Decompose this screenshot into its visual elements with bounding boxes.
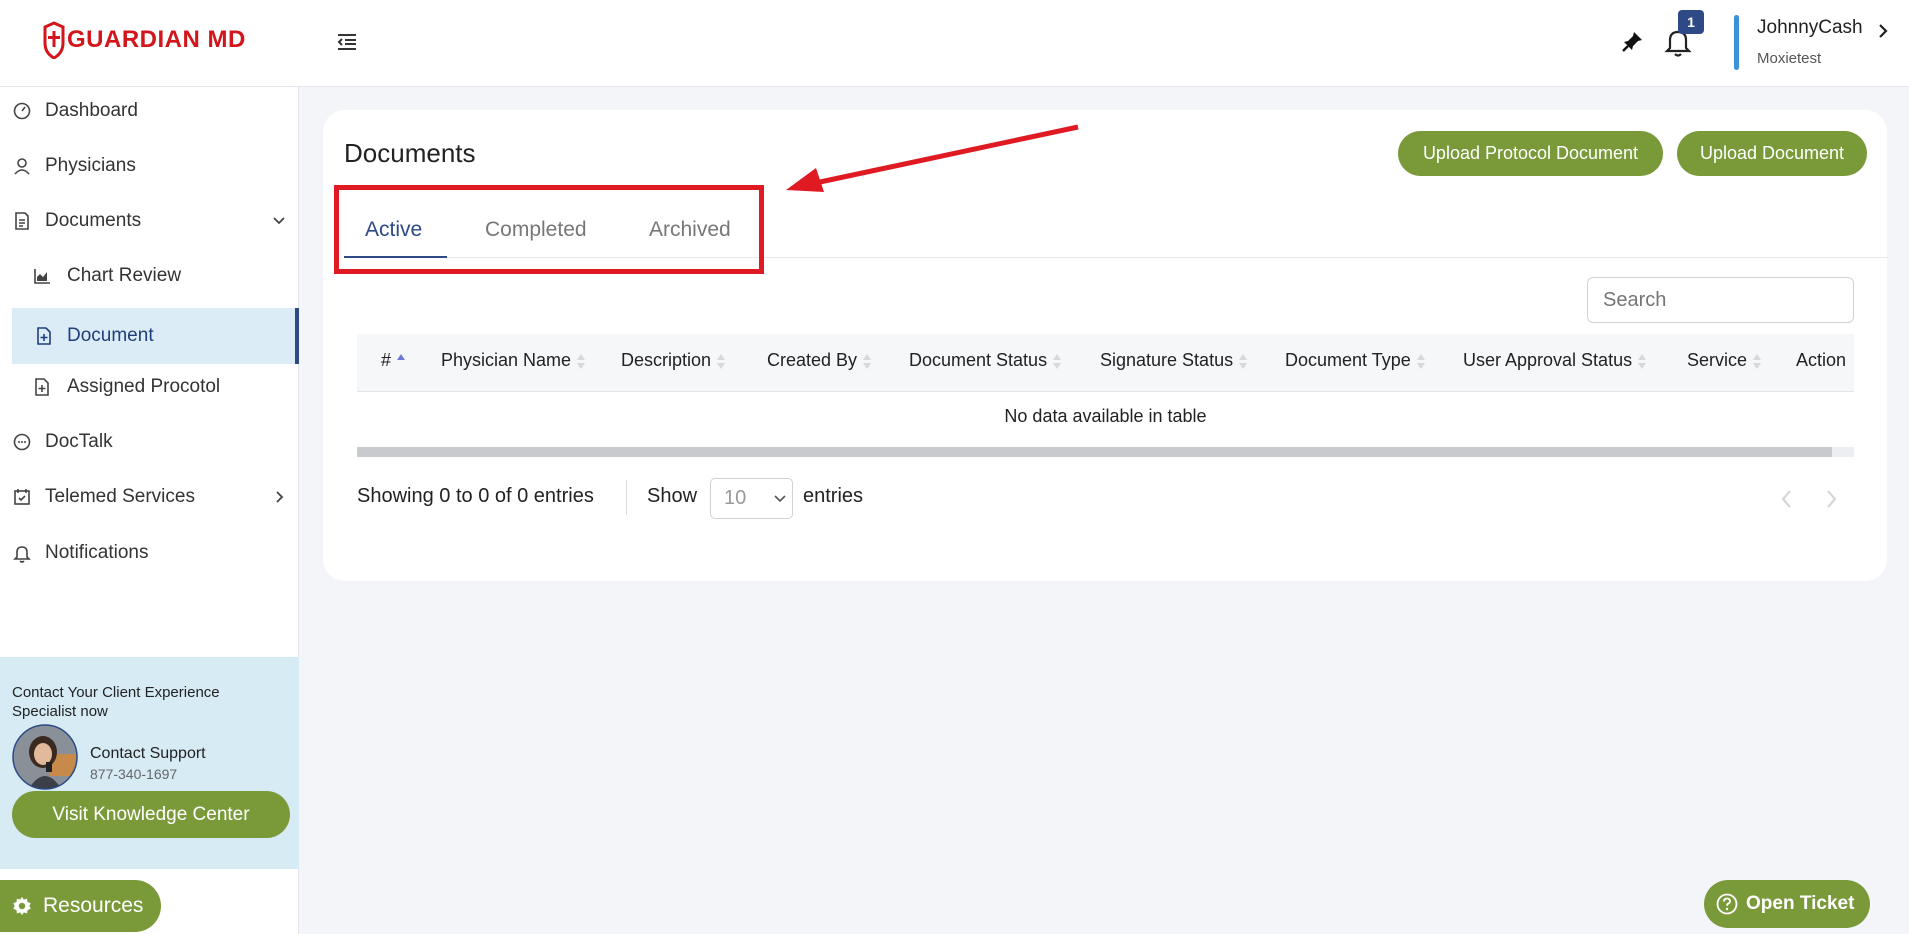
upload-protocol-document-button[interactable]: Upload Protocol Document <box>1398 131 1663 176</box>
user-divider <box>1734 15 1739 70</box>
entries-info: Showing 0 to 0 of 0 entries <box>357 485 594 507</box>
horizontal-scrollbar[interactable] <box>357 447 1854 457</box>
sort-icon <box>1053 352 1062 370</box>
page-size-select[interactable]: 10 <box>710 478 793 519</box>
sort-icon <box>1753 352 1762 370</box>
annotation-highlight-box <box>334 185 764 274</box>
column-header-signature-status[interactable]: Signature Status <box>1100 350 1248 371</box>
column-header-document-type[interactable]: Document Type <box>1285 350 1426 371</box>
user-name[interactable]: JohnnyCash <box>1757 17 1863 39</box>
support-phone[interactable]: 877-340-1697 <box>90 766 177 782</box>
annotation-arrow <box>786 124 1079 192</box>
sidebar-item-telemed-services[interactable]: Telemed Services <box>0 474 299 520</box>
collapse-menu-icon[interactable] <box>335 30 359 54</box>
column-header-action: Action <box>1796 350 1847 370</box>
sort-ascending-icon <box>397 352 406 370</box>
gear-icon <box>13 896 31 916</box>
chevron-down-icon <box>273 217 285 225</box>
sidebar-item-notifications[interactable]: Notifications <box>0 530 299 576</box>
resources-label: Resources <box>43 894 144 917</box>
scrollbar-thumb[interactable] <box>357 447 1832 457</box>
sidebar-item-label: Assigned Procotol <box>67 376 221 397</box>
sidebar-item-label: Documents <box>45 210 142 231</box>
column-header-number[interactable]: # <box>381 350 406 371</box>
chevron-down-icon <box>774 495 786 503</box>
footer-divider <box>626 480 627 515</box>
notification-badge: 1 <box>1678 10 1704 34</box>
sidebar-item-label: DocTalk <box>45 431 113 452</box>
chat-icon <box>13 433 31 451</box>
file-plus-icon <box>35 378 49 396</box>
next-page-icon[interactable] <box>1824 488 1838 510</box>
sort-icon <box>577 352 586 370</box>
support-panel: Contact Your Client Experience Specialis… <box>0 657 299 869</box>
search-input[interactable] <box>1587 277 1854 323</box>
sort-icon <box>1239 352 1248 370</box>
sort-icon <box>1416 352 1426 370</box>
sidebar-item-doctalk[interactable]: DocTalk <box>0 419 299 465</box>
pin-icon[interactable] <box>1620 28 1646 54</box>
page-size-value: 10 <box>724 487 747 509</box>
user-organization: Moxietest <box>1757 50 1822 67</box>
open-ticket-label: Open Ticket <box>1746 893 1855 914</box>
support-contact-name: Contact Support <box>90 745 206 762</box>
show-label: Show <box>647 485 698 507</box>
sidebar-item-physicians[interactable]: Physicians <box>0 143 299 189</box>
bell-icon <box>13 546 31 563</box>
document-icon <box>15 212 29 230</box>
sidebar-item-documents[interactable]: Documents <box>0 198 299 244</box>
sidebar-item-label: Chart Review <box>67 265 182 286</box>
logo-text: GUARDIAN MD <box>67 26 246 53</box>
empty-table-message: No data available in table <box>1004 406 1207 426</box>
open-ticket-button[interactable]: Open Ticket <box>1704 880 1870 928</box>
chevron-right-icon <box>276 491 284 503</box>
help-icon <box>1716 893 1738 915</box>
column-header-created-by[interactable]: Created By <box>767 350 872 371</box>
column-header-physician-name[interactable]: Physician Name <box>441 350 586 371</box>
resources-button[interactable]: Resources <box>0 880 161 932</box>
sidebar: Dashboard Physicians Documents Chart Rev… <box>0 87 299 934</box>
sort-icon <box>717 352 726 370</box>
sidebar-item-label: Notifications <box>45 542 149 563</box>
calendar-check-icon <box>14 489 30 505</box>
logo[interactable]: GUARDIAN MD <box>43 21 246 59</box>
sort-icon <box>863 352 872 370</box>
column-header-description[interactable]: Description <box>621 350 726 371</box>
column-header-user-approval-status[interactable]: User Approval Status <box>1463 350 1647 371</box>
shield-logo-icon <box>43 21 65 59</box>
visit-knowledge-center-button[interactable]: Visit Knowledge Center <box>12 791 290 838</box>
file-plus-icon <box>37 327 51 345</box>
sidebar-item-label: Telemed Services <box>45 486 195 507</box>
sidebar-item-document[interactable]: Document <box>12 308 299 364</box>
sort-icon <box>1638 352 1647 370</box>
sidebar-item-label: Physicians <box>45 155 136 176</box>
dashboard-icon <box>13 102 31 120</box>
page-title: Documents <box>344 138 476 168</box>
column-header-document-status[interactable]: Document Status <box>909 350 1062 371</box>
column-header-service[interactable]: Service <box>1687 350 1762 371</box>
previous-page-icon[interactable] <box>1780 488 1794 510</box>
upload-document-button[interactable]: Upload Document <box>1677 131 1867 176</box>
entries-label: entries <box>803 485 864 507</box>
chevron-right-icon[interactable] <box>1876 22 1890 40</box>
sidebar-item-label: Document <box>67 325 154 346</box>
documents-card: Documents Upload Protocol Document Uploa… <box>323 110 1888 581</box>
chart-icon <box>34 269 50 284</box>
avatar <box>12 724 78 790</box>
sidebar-item-label: Dashboard <box>45 100 138 121</box>
top-header: GUARDIAN MD 1 JohnnyCash Moxietest <box>0 0 1909 87</box>
sidebar-item-chart-review[interactable]: Chart Review <box>0 253 299 299</box>
sidebar-item-assigned-protocol[interactable]: Assigned Procotol <box>0 364 299 410</box>
user-icon <box>14 158 30 175</box>
support-title: Contact Your Client Experience Specialis… <box>12 684 220 720</box>
sidebar-item-dashboard[interactable]: Dashboard <box>0 88 299 134</box>
table-header: # Physician Name Description Created By … <box>357 334 1854 392</box>
